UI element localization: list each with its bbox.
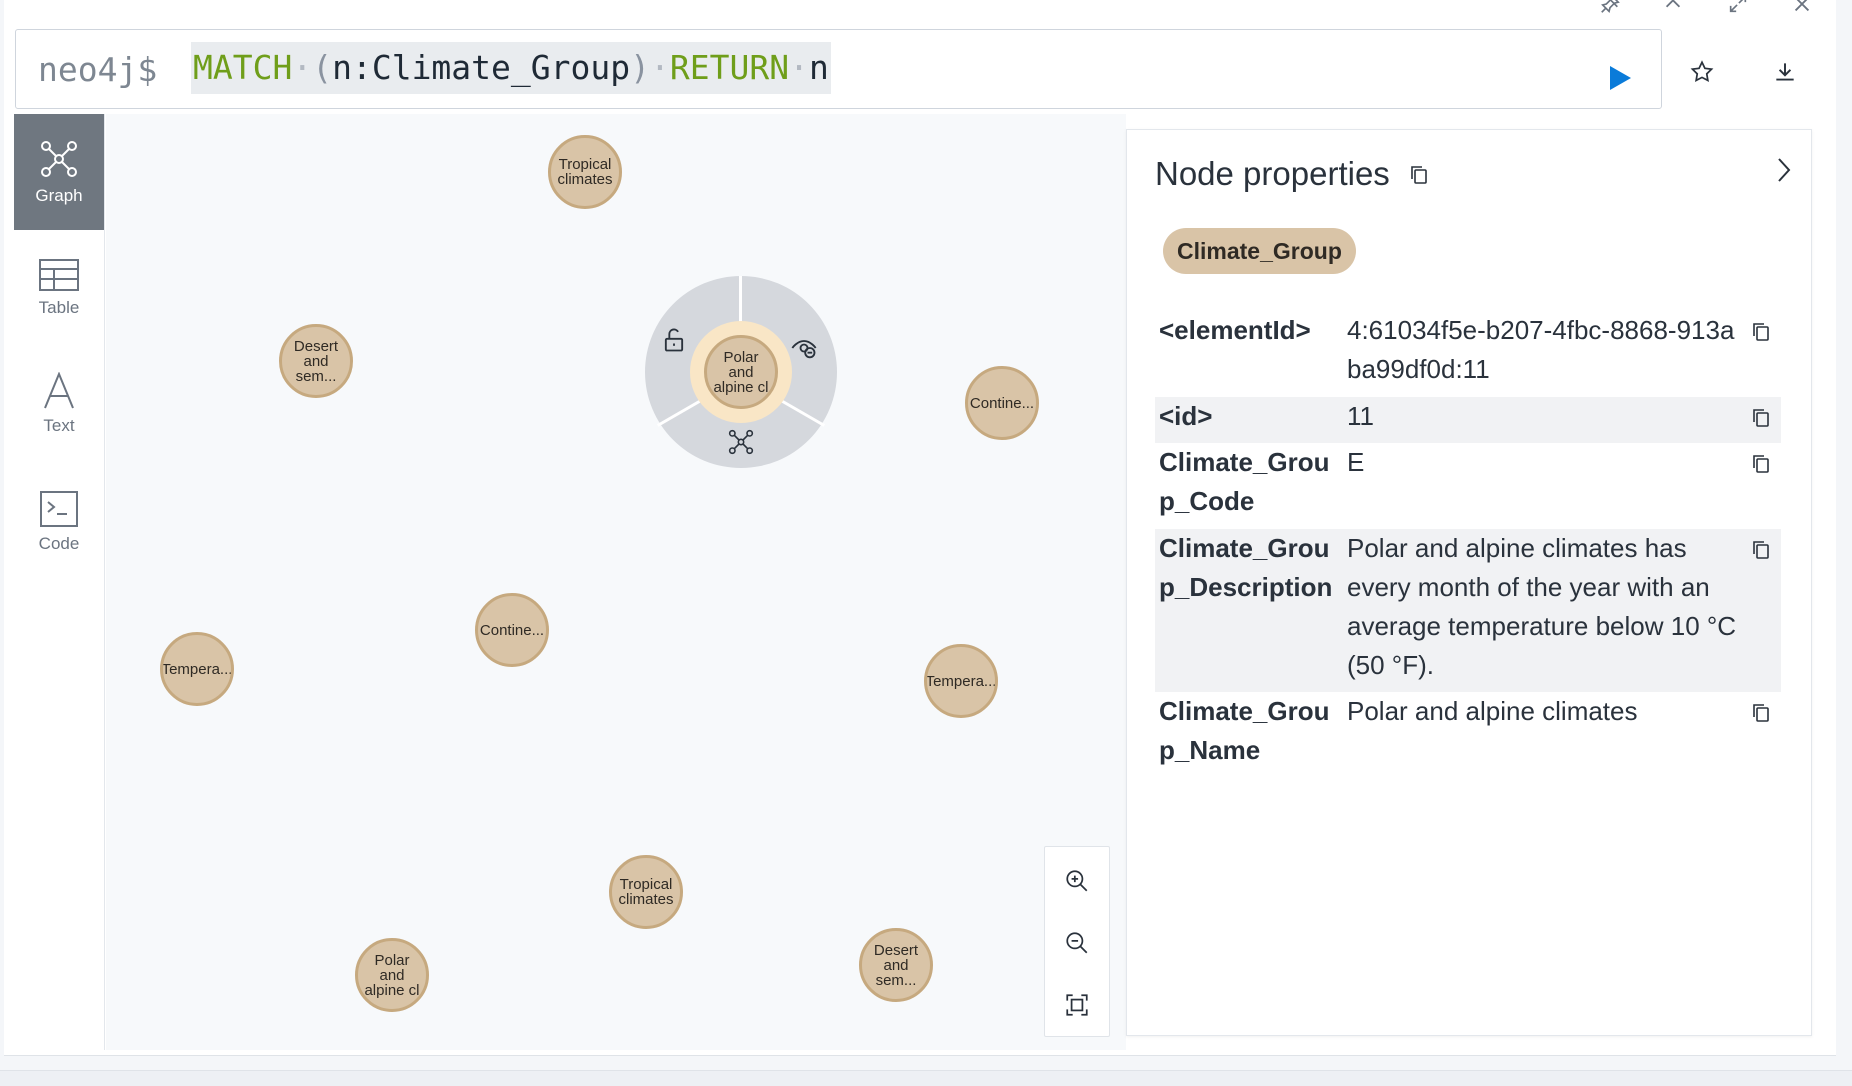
sidebar-item-label: Graph [35,186,83,205]
unlock-icon[interactable] [660,326,688,359]
pin-icon[interactable] [1595,0,1625,16]
run-query-button[interactable] [1600,58,1640,98]
property-row: Climate_Group_Name Polar and alpine clim… [1155,692,1781,778]
sidebar-item-label: Code [38,534,80,553]
sidebar-item-table[interactable]: Table [14,230,104,346]
code-icon [40,491,78,527]
graph-node[interactable]: Tempera... [160,632,234,706]
property-value: Polar and alpine climates [1347,696,1638,726]
graph-node[interactable]: Contine... [475,593,549,667]
editor-prompt: neo4j$ [38,50,158,89]
fit-to-screen-button[interactable] [1055,983,1099,1027]
query-open-paren: ( [312,48,333,87]
sidebar-item-graph[interactable]: Graph [14,114,104,230]
copy-icon[interactable] [1751,315,1771,354]
property-key: Climate_Group_Description [1159,533,1333,602]
query-editor[interactable]: neo4j$ MATCH·(n:Climate_Group)·RETURN·n [15,29,1662,109]
property-row: <id> 11 [1155,397,1781,443]
query-keyword-return: RETURN [669,48,790,87]
hide-node-icon[interactable] [790,334,818,367]
graph-icon [41,141,77,177]
query-text[interactable]: MATCH·(n:Climate_Group)·RETURN·n [191,42,831,94]
expand-icon[interactable] [1723,0,1753,16]
graph-node[interactable]: Tempera... [924,644,998,718]
node-label-chip[interactable]: Climate_Group [1163,228,1356,274]
collapse-panel-button[interactable] [1767,150,1801,190]
sidebar-item-label: Table [38,298,80,317]
zoom-in-button[interactable] [1055,859,1099,903]
property-row: <elementId> 4:61034f5e-b207-4fbc-8868-91… [1155,311,1781,397]
property-key: <id> [1159,401,1213,431]
sidebar-item-text[interactable]: Text [14,346,104,462]
chevron-up-icon[interactable] [1658,0,1688,16]
graph-node[interactable]: Tropical climates [548,135,622,209]
chevron-right-icon [1778,158,1791,182]
play-icon [1610,66,1631,90]
graph-node[interactable]: Polar and alpine cl [355,938,429,1012]
node-properties-panel: Node properties Climate_Group <elementId… [1126,129,1812,1036]
property-key: Climate_Group_Code [1159,447,1330,516]
graph-node[interactable]: Contine... [965,366,1039,440]
copy-icon[interactable] [1751,533,1771,572]
copy-icon[interactable] [1751,447,1771,486]
bottom-strip [0,1070,1852,1086]
query-variable: n [808,48,829,87]
fit-screen-icon [1066,994,1088,1016]
panel-title: Node properties [1155,155,1390,192]
table-icon [39,259,79,291]
selected-graph-node[interactable]: Polar and alpine cl [704,335,778,409]
property-value: Polar and alpine climates has every mont… [1347,533,1737,680]
property-row: Climate_Group_Description Polar and alpi… [1155,529,1781,692]
ring-divider [739,276,742,324]
expand-relationships-icon[interactable] [727,428,755,461]
download-icon [1776,63,1794,81]
view-sidebar: Graph Table Text Code [14,114,105,1050]
star-icon [1690,60,1714,83]
sidebar-item-label: Text [43,416,75,435]
zoom-out-icon [1066,932,1088,954]
download-button[interactable] [1763,50,1807,94]
property-value: 11 [1347,401,1374,431]
zoom-controls [1044,846,1110,1037]
copy-icon[interactable] [1751,401,1771,440]
graph-node[interactable]: Tropical climates [609,855,683,929]
property-key: Climate_Group_Name [1159,696,1330,765]
property-row: Climate_Group_Code E [1155,443,1781,529]
copy-icon[interactable] [1751,696,1771,735]
query-keyword-match: MATCH [193,48,293,87]
query-close-paren: ) [630,48,650,87]
graph-node[interactable]: Desert and sem... [859,928,933,1002]
property-value: 4:61034f5e-b207-4fbc-8868-913aba99df0d:1… [1347,315,1735,384]
property-value: E [1347,447,1365,477]
property-key: <elementId> [1159,315,1311,345]
query-pattern: n:Climate_Group [332,48,631,87]
favorite-button[interactable] [1680,50,1724,94]
text-icon [44,372,74,409]
zoom-out-button[interactable] [1055,921,1099,965]
copy-icon[interactable] [1409,164,1429,191]
sidebar-item-code[interactable]: Code [14,464,104,580]
close-icon[interactable] [1787,0,1817,16]
zoom-in-icon [1066,870,1088,892]
graph-node[interactable]: Desert and sem... [279,324,353,398]
